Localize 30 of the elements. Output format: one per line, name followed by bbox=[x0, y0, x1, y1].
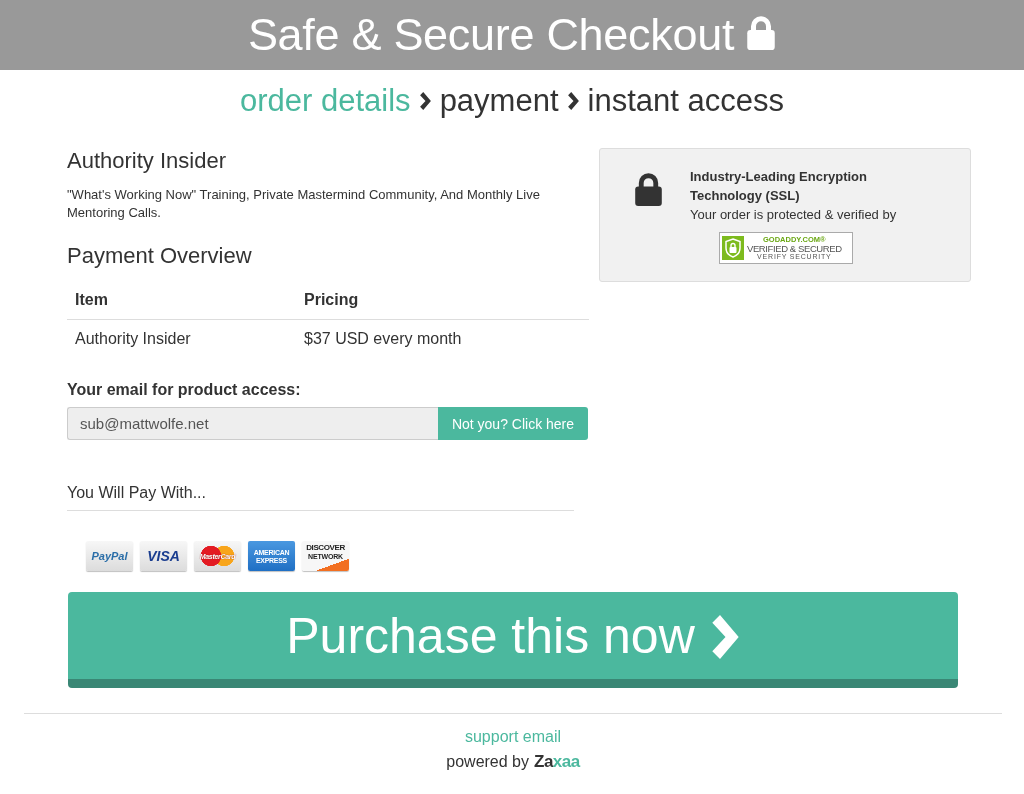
payment-logo: VISA bbox=[140, 541, 187, 571]
column-header: Pricing bbox=[296, 281, 589, 320]
email-label: Your email for product access: bbox=[67, 380, 302, 400]
product-name: Authority Insider bbox=[67, 148, 227, 174]
lock-icon bbox=[746, 14, 777, 50]
table-cell: Authority Insider bbox=[67, 319, 296, 358]
section-title: Payment Overview bbox=[67, 243, 253, 269]
chevron-right-icon bbox=[419, 92, 431, 110]
brand-logo: Zaxaa bbox=[534, 752, 580, 772]
step-label: instant access bbox=[587, 82, 784, 120]
shield-lock-icon bbox=[722, 236, 744, 260]
security-title: Industry-Leading Encryption Technology (SSL) bbox=[690, 168, 868, 205]
step-label: payment bbox=[439, 82, 559, 120]
chevron-right-icon bbox=[710, 614, 740, 659]
payment-logo: PayPal bbox=[86, 541, 133, 571]
table-cell: $37 USD every month bbox=[296, 319, 589, 358]
product-description: "What's Working Now" Training, Private Mastermind Community, And Monthly Live Mentoring Calls. bbox=[67, 186, 541, 222]
seal-title: VERIFIED & SECURED bbox=[747, 243, 842, 253]
page-title: Safe & Secure Checkout bbox=[247, 9, 735, 61]
security-note: Your order is protected & verified by bbox=[690, 206, 897, 224]
lock-icon bbox=[634, 172, 663, 206]
purchase-button[interactable]: Purchase this now bbox=[68, 592, 958, 688]
pay-with-heading: You Will Pay With... bbox=[67, 483, 574, 511]
column-header: Item bbox=[67, 281, 296, 320]
powered-by-text: powered by bbox=[446, 752, 529, 772]
support-email-link[interactable]: support email bbox=[464, 726, 561, 748]
email-field[interactable]: sub@mattwolfe.net bbox=[67, 407, 438, 440]
chevron-right-icon bbox=[567, 92, 579, 110]
step-label: order details bbox=[240, 82, 411, 120]
not-you-button[interactable]: Not you? Click here bbox=[438, 407, 588, 440]
